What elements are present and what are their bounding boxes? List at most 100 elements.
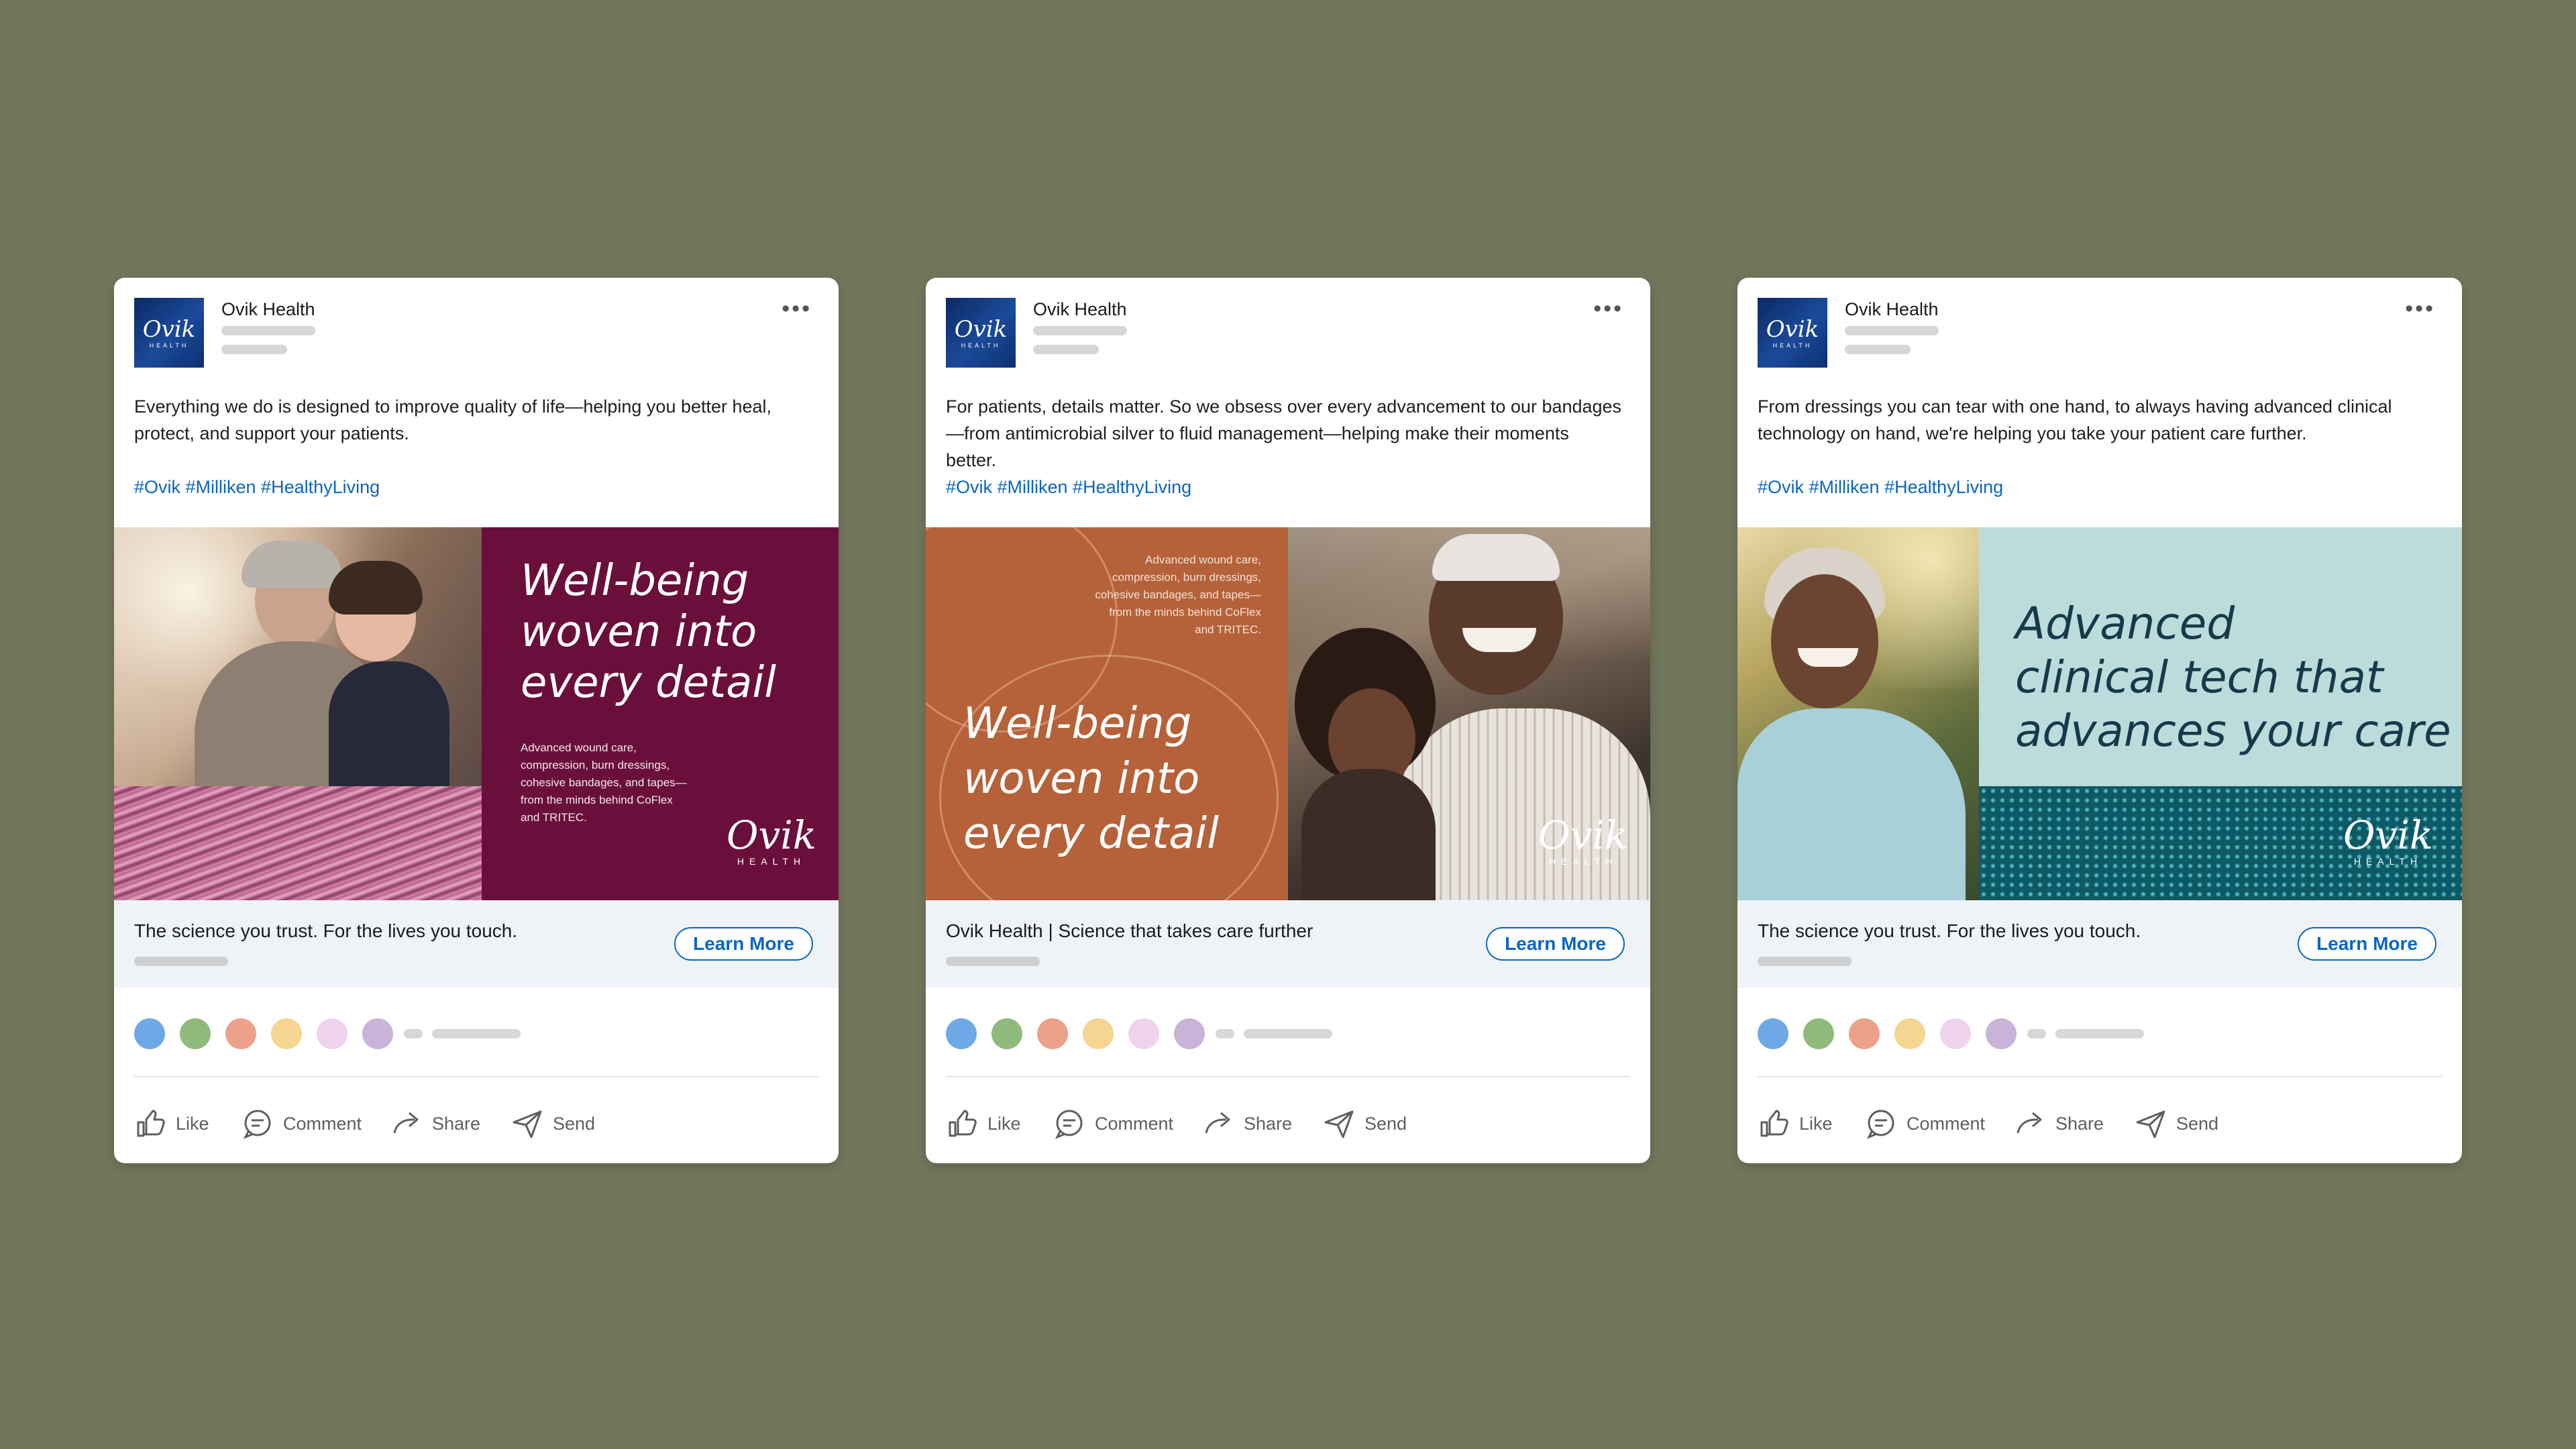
send-label: Send <box>2176 1113 2219 1134</box>
post-body: Everything we do is designed to improve … <box>134 396 772 443</box>
share-icon <box>2017 1112 2042 1134</box>
like-label: Like <box>987 1113 1021 1134</box>
brand-logo: Ovik HEALTH <box>2343 812 2433 867</box>
send-icon <box>2136 1110 2165 1138</box>
reaction-icon[interactable] <box>225 1018 256 1049</box>
reactions-row <box>1758 1018 2442 1049</box>
subcopy-line: and TRITEC. <box>521 811 587 824</box>
send-button[interactable]: Send <box>2135 1107 2218 1140</box>
reaction-icon[interactable] <box>1037 1018 1068 1049</box>
subcopy-line: from the minds behind CoFlex <box>1109 606 1261 619</box>
send-button[interactable]: Send <box>1323 1107 1407 1140</box>
reaction-icon[interactable] <box>1083 1018 1114 1049</box>
like-button[interactable]: Like <box>1758 1107 1833 1140</box>
cta-bar: The science you trust. For the lives you… <box>1737 900 2462 987</box>
placeholder-line <box>1845 345 1911 354</box>
company-logo[interactable]: Ovik HEALTH <box>946 298 1016 368</box>
learn-more-button[interactable]: Learn More <box>674 927 813 961</box>
comment-label: Comment <box>1907 1113 1986 1134</box>
learn-more-button[interactable]: Learn More <box>2298 927 2436 961</box>
divider <box>134 1076 818 1077</box>
reaction-icon[interactable] <box>317 1018 347 1049</box>
social-post-2: Ovik HEALTH Ovik Health ••• For patients… <box>926 278 1650 1163</box>
reaction-icon[interactable] <box>1849 1018 1880 1049</box>
post-header: Ovik HEALTH Ovik Health ••• <box>134 297 818 368</box>
company-name[interactable]: Ovik Health <box>221 298 315 321</box>
reaction-icon[interactable] <box>1128 1018 1159 1049</box>
headline-line-1: Well-being <box>963 699 1192 749</box>
action-bar: Like Comment Share Send <box>134 1107 818 1140</box>
brand-panel: Well-being woven into every detail Advan… <box>482 527 839 900</box>
comment-label: Comment <box>283 1113 362 1134</box>
share-button[interactable]: Share <box>390 1107 480 1140</box>
company-logo[interactable]: Ovik HEALTH <box>134 298 204 368</box>
post-hashtags[interactable]: #Ovik #Milliken #HealthyLiving <box>1758 474 2435 500</box>
thumbs-up-icon <box>137 1110 165 1137</box>
cta-headline[interactable]: Ovik Health | Science that takes care fu… <box>946 920 1313 942</box>
subcopy-line: from the minds behind CoFlex <box>521 794 673 806</box>
learn-more-button[interactable]: Learn More <box>1486 927 1625 961</box>
divider <box>946 1076 1630 1077</box>
reaction-icon[interactable] <box>1174 1018 1205 1049</box>
post-header: Ovik HEALTH Ovik Health ••• <box>946 297 1630 368</box>
reaction-icon[interactable] <box>991 1018 1022 1049</box>
subcopy-line: cohesive bandages, and tapes— <box>1095 588 1261 601</box>
like-label: Like <box>176 1113 209 1134</box>
ad-image[interactable]: Advanced clinical tech that advances you… <box>1737 527 2462 900</box>
more-options-icon[interactable]: ••• <box>2405 297 2435 320</box>
reaction-icon[interactable] <box>946 1018 977 1049</box>
placeholder-line <box>1216 1029 1234 1038</box>
photo-smiling-woman <box>1737 527 1979 900</box>
headline-line-1: Well-being <box>521 556 749 606</box>
subcopy-line: compression, burn dressings, <box>521 759 670 771</box>
comment-icon <box>243 1110 271 1139</box>
cta-headline[interactable]: The science you trust. For the lives you… <box>134 920 517 942</box>
headline-line-1: Advanced <box>2015 598 2235 649</box>
reaction-icon[interactable] <box>1758 1018 1788 1049</box>
post-hashtags[interactable]: #Ovik #Milliken #HealthyLiving <box>946 474 1623 500</box>
more-options-icon[interactable]: ••• <box>782 297 812 320</box>
company-name[interactable]: Ovik Health <box>1845 298 1939 321</box>
placeholder-line <box>432 1029 521 1038</box>
send-button[interactable]: Send <box>511 1107 595 1140</box>
reaction-icon[interactable] <box>1986 1018 2017 1049</box>
post-text: Everything we do is designed to improve … <box>134 393 812 500</box>
thumbs-up-icon <box>949 1110 977 1137</box>
share-button[interactable]: Share <box>1202 1107 1292 1140</box>
reaction-icon[interactable] <box>1894 1018 1925 1049</box>
share-icon <box>1205 1112 1230 1134</box>
reaction-icon[interactable] <box>1803 1018 1834 1049</box>
social-post-1: Ovik HEALTH Ovik Health ••• Everything w… <box>114 278 839 1163</box>
ad-image[interactable]: Advanced wound care, compression, burn d… <box>926 527 1650 900</box>
comment-button[interactable]: Comment <box>1053 1107 1173 1140</box>
reaction-icon[interactable] <box>180 1018 211 1049</box>
headline-line-3: every detail <box>521 658 777 708</box>
comment-button[interactable]: Comment <box>1865 1107 1985 1140</box>
action-bar: Like Comment Share Send <box>946 1107 1630 1140</box>
post-hashtags[interactable]: #Ovik #Milliken #HealthyLiving <box>134 474 812 500</box>
company-logo[interactable]: Ovik HEALTH <box>1758 298 1827 368</box>
reaction-icon[interactable] <box>271 1018 302 1049</box>
company-name[interactable]: Ovik Health <box>1033 298 1127 321</box>
like-button[interactable]: Like <box>134 1107 209 1140</box>
more-options-icon[interactable]: ••• <box>1593 297 1623 320</box>
brand-logo: Ovik HEALTH <box>1538 812 1628 867</box>
reaction-icon[interactable] <box>1940 1018 1971 1049</box>
share-button[interactable]: Share <box>2014 1107 2104 1140</box>
share-icon <box>393 1112 419 1134</box>
reaction-icon[interactable] <box>134 1018 165 1049</box>
send-label: Send <box>1364 1113 1407 1134</box>
share-label: Share <box>1244 1113 1293 1134</box>
thumbs-up-icon <box>1760 1110 1788 1137</box>
textile-swatch <box>114 786 482 900</box>
comment-label: Comment <box>1095 1113 1174 1134</box>
placeholder-line <box>1845 326 1939 335</box>
share-label: Share <box>2055 1113 2104 1134</box>
social-post-3: Ovik HEALTH Ovik Health ••• From dressin… <box>1737 278 2462 1163</box>
photo-grandfather-child: Ovik HEALTH <box>1288 527 1650 900</box>
reaction-icon[interactable] <box>362 1018 393 1049</box>
cta-headline[interactable]: The science you trust. For the lives you… <box>1758 920 2141 942</box>
like-button[interactable]: Like <box>946 1107 1021 1140</box>
ad-image[interactable]: Well-being woven into every detail Advan… <box>114 527 839 900</box>
comment-button[interactable]: Comment <box>241 1107 362 1140</box>
